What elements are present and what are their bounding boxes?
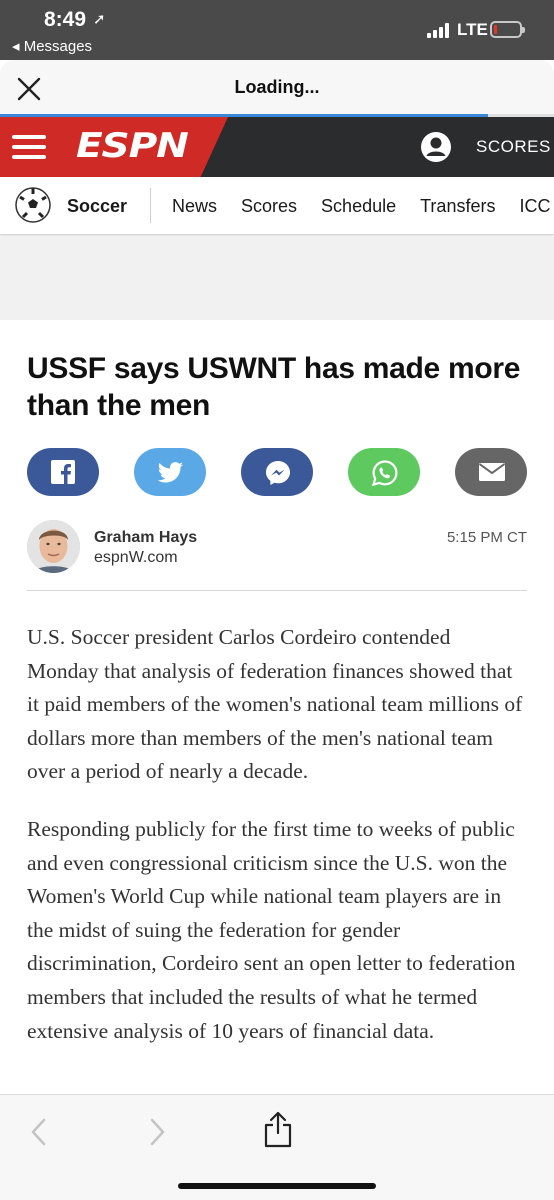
twitter-icon: [157, 462, 183, 483]
author-name[interactable]: Graham Hays: [94, 529, 197, 547]
publish-time: 5:15 PM CT: [446, 529, 527, 546]
article-paragraph: Responding publicly for the first time t…: [27, 816, 516, 1043]
author-avatar[interactable]: [27, 520, 80, 573]
sport-nav-items: News Scores Schedule Transfers ICC: [172, 196, 554, 217]
email-icon: [478, 463, 506, 481]
battery-icon: [490, 21, 525, 38]
sport-subnav: Soccer News Scores Schedule Transfers IC…: [0, 177, 554, 235]
whatsapp-icon: [371, 460, 398, 487]
sport-name[interactable]: Soccer: [67, 196, 127, 217]
espn-logo[interactable]: ESPN: [76, 126, 189, 166]
byline: Graham Hays espnW.com 5:15 PM CT: [27, 520, 527, 576]
facebook-icon: [51, 460, 75, 484]
ad-placeholder: [0, 236, 554, 320]
nav-scores[interactable]: Scores: [241, 196, 297, 217]
soccer-ball-icon[interactable]: [15, 187, 51, 223]
twitter-share-button[interactable]: [134, 448, 206, 496]
article-body: U.S. Soccer president Carlos Cordeiro co…: [27, 621, 527, 1072]
nav-news[interactable]: News: [172, 196, 217, 217]
status-bar: 8:49 ➚ ◂ Messages LTE: [0, 0, 554, 60]
nav-schedule[interactable]: Schedule: [321, 196, 396, 217]
article-headline: USSF says USWNT has made more than the m…: [27, 352, 521, 422]
author-source: espnW.com: [94, 549, 178, 566]
messenger-share-button[interactable]: [241, 448, 313, 496]
share-buttons: [27, 448, 527, 496]
facebook-share-button[interactable]: [27, 448, 99, 496]
forward-arrow-icon[interactable]: [146, 1117, 168, 1147]
share-icon[interactable]: [263, 1111, 293, 1149]
back-arrow-icon[interactable]: [28, 1117, 50, 1147]
location-arrow-icon: ➚: [93, 11, 106, 28]
scores-link[interactable]: SCORES: [476, 137, 551, 157]
email-share-button[interactable]: [455, 448, 527, 496]
back-to-messages-link[interactable]: ◂ Messages: [12, 37, 92, 55]
nav-transfers[interactable]: Transfers: [420, 196, 495, 217]
menu-icon[interactable]: [12, 135, 46, 159]
browser-title: Loading...: [234, 77, 320, 97]
whatsapp-share-button[interactable]: [348, 448, 420, 496]
browser-bottom-toolbar: [0, 1094, 554, 1200]
article-paragraph: U.S. Soccer president Carlos Cordeiro co…: [27, 625, 523, 784]
home-indicator[interactable]: [178, 1183, 376, 1189]
nav-icc[interactable]: ICC: [519, 196, 550, 217]
network-type: LTE: [457, 20, 488, 39]
messenger-icon: [266, 461, 290, 485]
status-time: 8:49: [44, 8, 87, 31]
byline-divider: [27, 590, 527, 591]
user-account-icon[interactable]: [420, 131, 452, 163]
browser-toolbar: Loading...: [0, 60, 554, 117]
espn-header: ESPN SCORES: [0, 117, 554, 177]
cellular-signal-icon: [427, 22, 453, 38]
nav-divider: [150, 188, 151, 223]
